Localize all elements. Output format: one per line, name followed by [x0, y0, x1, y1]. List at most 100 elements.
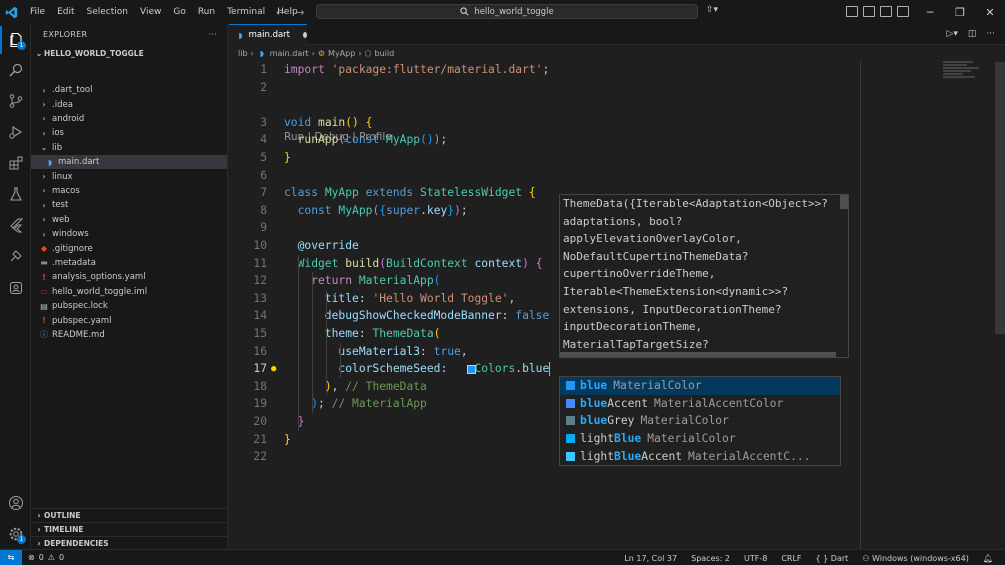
line-number: 12	[253, 274, 267, 288]
tab-main-dart[interactable]: ◗ main.dart	[229, 24, 307, 45]
language-mode[interactable]: { } Dart	[816, 554, 849, 563]
more-actions-icon[interactable]: ···	[208, 30, 217, 39]
outline-section[interactable]: › OUTLINE	[31, 508, 227, 522]
devtools-icon[interactable]	[0, 274, 31, 302]
line-number: 7	[260, 186, 267, 200]
testing-icon[interactable]	[0, 180, 31, 208]
navigation-arrows: ← →	[276, 0, 304, 24]
file-item-analysis-options-yaml[interactable]: ! analysis_options.yaml	[31, 270, 227, 284]
folder-item-macos[interactable]: › macos	[31, 184, 227, 198]
folder-item-test[interactable]: › test	[31, 198, 227, 212]
unsaved-dot-icon[interactable]	[303, 32, 307, 38]
customize-layout-icon[interactable]	[846, 6, 858, 17]
breadcrumb-lib[interactable]: lib	[238, 49, 248, 58]
folder-item-dart-tool[interactable]: › .dart_tool	[31, 83, 227, 97]
copilot-icon[interactable]: ⇧▾	[706, 5, 718, 15]
line-number: 8	[260, 203, 267, 217]
indentation[interactable]: Spaces: 2	[691, 554, 730, 563]
menu-terminal[interactable]: Terminal	[221, 0, 271, 24]
back-arrow-icon[interactable]: ←	[276, 6, 285, 19]
close-icon[interactable]: ✕	[975, 6, 1005, 19]
file-item-metadata[interactable]: ▬ .metadata	[31, 256, 227, 270]
minimap[interactable]	[943, 61, 993, 91]
remote-explorer-icon[interactable]	[0, 242, 31, 270]
workspace-root-folder[interactable]: ⌄ HELLO_WORLD_TOGGLE	[31, 46, 227, 61]
signature-help-vertical-scrollbar[interactable]	[840, 195, 848, 209]
run-debug-dropdown-icon[interactable]: ▷▾	[946, 29, 957, 39]
code-token: ()	[345, 115, 366, 129]
tree-item-label: linux	[52, 171, 73, 182]
tree-item-label: README.md	[52, 329, 105, 340]
search-icon[interactable]	[0, 56, 31, 84]
warning-icon: ⚠	[47, 553, 55, 562]
file-item-main-dart[interactable]: ◗ main.dart	[31, 155, 227, 170]
tree-item-label: .idea	[52, 99, 73, 110]
file-item-hello-world-toggle-iml[interactable]: ▭ hello_world_toggle.iml	[31, 285, 227, 299]
folder-item-lib[interactable]: ⌄ lib	[31, 141, 227, 155]
breadcrumb-class[interactable]: MyApp	[328, 49, 355, 58]
code-token: MyApp	[338, 203, 373, 217]
editor-more-icon[interactable]: ···	[986, 29, 995, 39]
tree-item-label: windows	[52, 229, 89, 240]
suggestion-match: blue	[580, 414, 608, 428]
notifications-bell-icon[interactable]: 🔔︎	[983, 554, 993, 563]
forward-arrow-icon[interactable]: →	[295, 6, 304, 19]
problems-indicator[interactable]: ⊗ 0 ⚠ 0	[28, 553, 64, 562]
end-of-line[interactable]: CRLF	[781, 554, 801, 563]
folder-item-android[interactable]: › android	[31, 112, 227, 126]
menu-edit[interactable]: Edit	[51, 0, 80, 24]
suggestion-item[interactable]: blue Grey MaterialColor	[560, 412, 840, 430]
accounts-icon[interactable]	[0, 489, 31, 517]
suggestion-item[interactable]: blue MaterialColor	[560, 377, 840, 395]
file-item-pubspec-yaml[interactable]: ! pubspec.yaml	[31, 313, 227, 327]
folder-item-ios[interactable]: › ios	[31, 126, 227, 140]
folder-item-web[interactable]: › web	[31, 213, 227, 227]
encoding[interactable]: UTF-8	[744, 554, 767, 563]
signature-help-horizontal-scrollbar[interactable]	[560, 352, 836, 357]
code-line: 2	[229, 79, 849, 96]
restore-icon[interactable]: ❐	[945, 6, 975, 19]
toggle-secondary-sidebar-icon[interactable]	[897, 6, 909, 17]
toggle-panel-icon[interactable]	[880, 6, 892, 17]
device-selector[interactable]: ⚇ Windows (windows-x64)	[862, 554, 969, 563]
menu-go[interactable]: Go	[167, 0, 191, 24]
file-item-gitignore[interactable]: ◆ .gitignore	[31, 241, 227, 255]
chevron-right-icon: ›	[37, 525, 41, 534]
dependencies-section[interactable]: › DEPENDENCIES	[31, 536, 227, 550]
folder-item-linux[interactable]: › linux	[31, 169, 227, 183]
source-control-icon[interactable]	[0, 87, 31, 115]
suggestion-item[interactable]: blue Accent MaterialAccentColor	[560, 395, 840, 413]
lightbulb-icon[interactable]: ●	[271, 364, 276, 374]
toggle-primary-sidebar-icon[interactable]	[863, 6, 875, 17]
minimize-icon[interactable]: ─	[915, 6, 945, 19]
menu-file[interactable]: File	[24, 0, 51, 24]
extensions-icon[interactable]	[0, 149, 31, 177]
code-token: ;	[440, 133, 448, 147]
line-number: 13	[253, 291, 267, 305]
explorer-icon[interactable]: 1	[0, 26, 31, 54]
settings-gear-icon[interactable]: 1	[0, 520, 31, 548]
file-item-pubspec-lock[interactable]: ▤ pubspec.lock	[31, 299, 227, 313]
folder-item-idea[interactable]: › .idea	[31, 97, 227, 111]
color-kind-icon	[566, 381, 575, 391]
breadcrumb-method[interactable]: build	[375, 49, 395, 58]
tree-item-label: lib	[52, 142, 63, 153]
cursor-position[interactable]: Ln 17, Col 37	[624, 554, 677, 563]
command-center-search[interactable]: hello_world_toggle	[316, 4, 698, 19]
file-item-readme-md[interactable]: ⓘ README.md	[31, 328, 227, 342]
menu-view[interactable]: View	[134, 0, 167, 24]
run-debug-icon[interactable]	[0, 118, 31, 146]
timeline-section[interactable]: › TIMELINE	[31, 522, 227, 536]
split-editor-icon[interactable]: ◫	[968, 29, 977, 39]
folder-item-windows[interactable]: › windows	[31, 227, 227, 241]
color-swatch-icon[interactable]	[467, 364, 476, 374]
suggestion-match: Blue	[614, 449, 642, 463]
menu-run[interactable]: Run	[192, 0, 221, 24]
remote-indicator-icon[interactable]: ⇆	[0, 549, 22, 565]
suggestion-item[interactable]: light Blue Accent MaterialAccentC...	[560, 447, 840, 465]
menu-selection[interactable]: Selection	[81, 0, 134, 24]
editor-scrollbar[interactable]	[995, 62, 1005, 334]
flutter-icon[interactable]	[0, 211, 31, 239]
breadcrumb-file[interactable]: main.dart	[270, 49, 309, 58]
suggestion-item[interactable]: light Blue MaterialColor	[560, 430, 840, 448]
